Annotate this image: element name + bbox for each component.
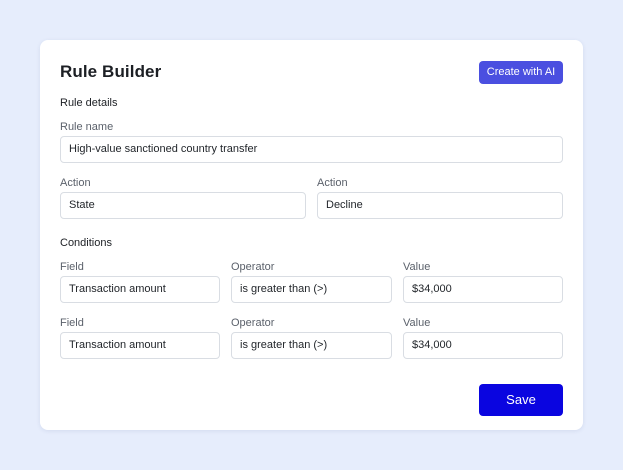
condition-operator-select[interactable]: is greater than (>) (231, 332, 392, 359)
condition-field-select[interactable]: Transaction amount (60, 332, 220, 359)
action-field-1[interactable]: State (60, 192, 306, 219)
save-button[interactable]: Save (479, 384, 563, 416)
condition-field-label: Field (60, 261, 84, 273)
condition-operator-label: Operator (231, 261, 275, 273)
page-title: Rule Builder (60, 62, 162, 81)
rule-builder-card: Rule Builder Create with AI Rule details… (40, 40, 583, 430)
condition-value-label: Value (403, 317, 431, 329)
condition-field-label: Field (60, 317, 84, 329)
condition-value-field[interactable]: $34,000 (403, 276, 563, 303)
create-with-ai-button[interactable]: Create with AI (479, 61, 563, 84)
condition-operator-select[interactable]: is greater than (>) (231, 276, 392, 303)
rule-name-label: Rule name (60, 121, 114, 133)
condition-field-select[interactable]: Transaction amount (60, 276, 220, 303)
conditions-heading: Conditions (60, 237, 112, 249)
action-label-1: Action (60, 177, 91, 189)
action-label-2: Action (317, 177, 348, 189)
action-field-2[interactable]: Decline (317, 192, 563, 219)
rule-name-field[interactable]: High-value sanctioned country transfer (60, 136, 563, 163)
rule-details-heading: Rule details (60, 97, 118, 109)
condition-operator-label: Operator (231, 317, 275, 329)
condition-value-label: Value (403, 261, 431, 273)
condition-value-field[interactable]: $34,000 (403, 332, 563, 359)
